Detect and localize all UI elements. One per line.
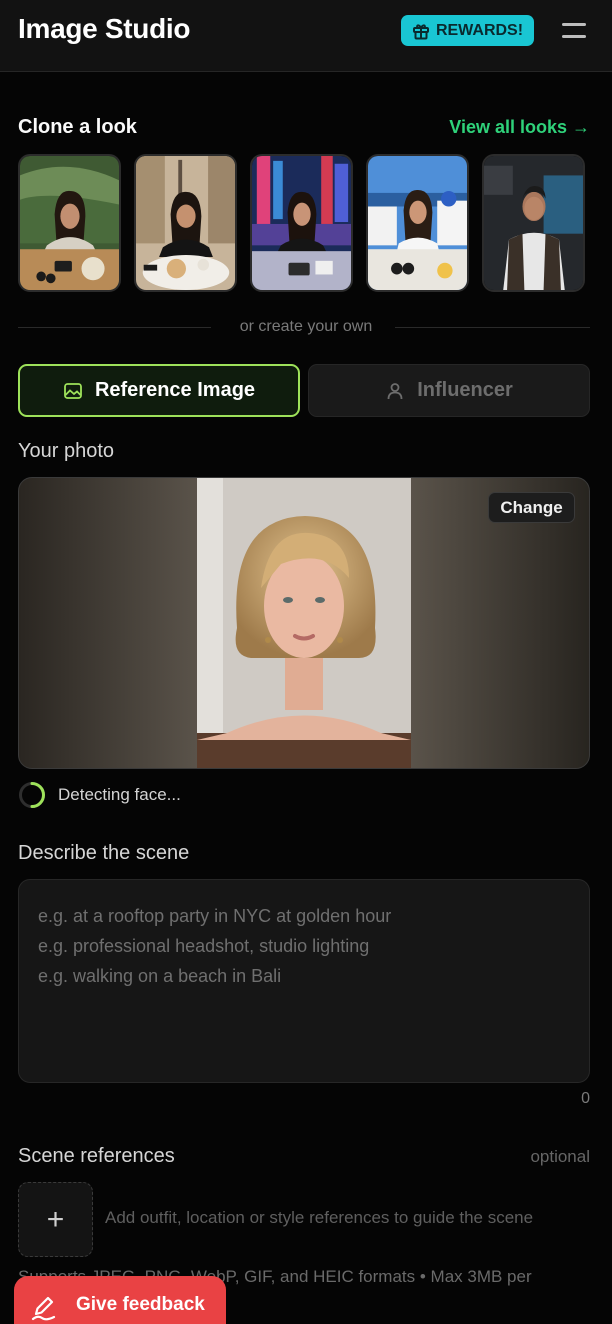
- influencer-tab[interactable]: Influencer: [308, 364, 590, 417]
- user-icon: [387, 382, 403, 399]
- influencer-label: Influencer: [417, 379, 513, 401]
- look-card[interactable]: [18, 154, 121, 292]
- describe-scene-label: Describe the scene: [18, 842, 190, 864]
- rewards-button[interactable]: REWARDS!: [401, 15, 534, 46]
- plus-icon: +: [46, 1202, 65, 1236]
- gift-icon: [412, 23, 429, 39]
- hamburger-menu-icon[interactable]: [560, 20, 588, 42]
- scene-references-label: Scene references: [18, 1145, 175, 1167]
- app-header: Image Studio REWARDS!: [0, 0, 612, 72]
- detecting-face-text: Detecting face...: [58, 785, 181, 804]
- reference-image-label: Reference Image: [94, 379, 256, 401]
- look-card[interactable]: [366, 154, 469, 292]
- image-icon: [64, 382, 82, 399]
- optional-tag: optional: [530, 1147, 590, 1166]
- face-detection-status: Detecting face...: [18, 781, 181, 809]
- look-card[interactable]: [134, 154, 237, 292]
- add-reference-hint: Add outfit, location or style references…: [105, 1208, 534, 1227]
- app-title: Image Studio: [18, 13, 191, 44]
- change-photo-button[interactable]: Change: [488, 492, 575, 523]
- your-photo-label: Your photo: [18, 440, 115, 462]
- clone-look-title: Clone a look: [18, 116, 137, 138]
- pen-icon: [31, 1296, 56, 1321]
- view-all-looks-link[interactable]: View all looks →: [449, 117, 590, 138]
- character-count: 0: [581, 1090, 590, 1107]
- look-card[interactable]: [250, 154, 353, 292]
- reference-image-tab[interactable]: Reference Image: [18, 364, 300, 417]
- scene-description-input[interactable]: e.g. at a rooftop party in NYC at golden…: [18, 879, 590, 1083]
- add-reference-button[interactable]: +: [18, 1182, 93, 1257]
- look-card[interactable]: [482, 154, 585, 292]
- divider-line-right: [395, 327, 590, 328]
- looks-carousel: [18, 154, 588, 292]
- rewards-label: REWARDS!: [435, 21, 524, 39]
- give-feedback-button[interactable]: Give feedback: [14, 1276, 226, 1324]
- loading-spinner-icon: [19, 782, 46, 808]
- give-feedback-label: Give feedback: [76, 1294, 205, 1315]
